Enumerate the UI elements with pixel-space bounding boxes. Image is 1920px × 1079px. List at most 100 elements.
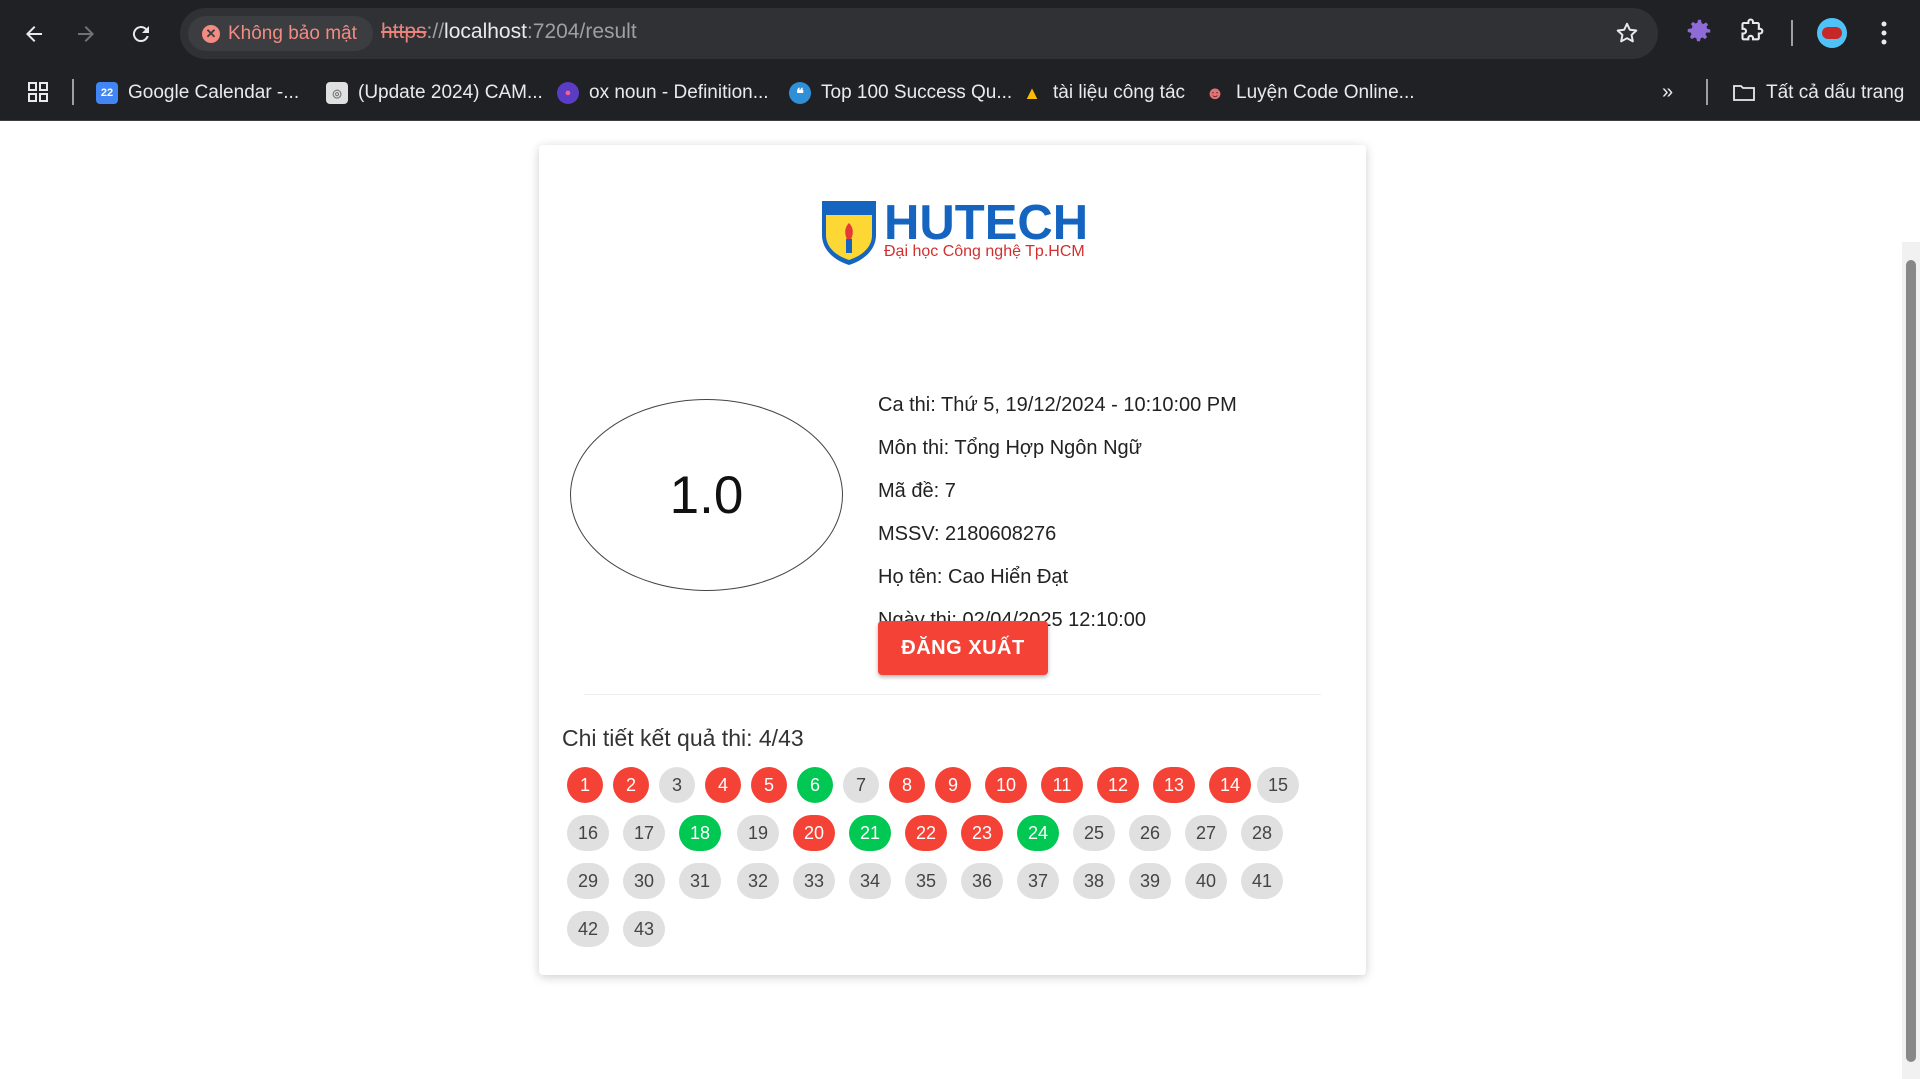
bookmark-label: Top 100 Success Qu... <box>821 82 1013 103</box>
divider <box>584 694 1321 695</box>
calendar-icon: 22 <box>96 82 118 104</box>
question-bubble-3[interactable]: 3 <box>659 767 695 803</box>
bookmark-label: Google Calendar -... <box>128 82 300 103</box>
drive-icon: ▲ <box>1023 82 1041 103</box>
question-bubble-24[interactable]: 24 <box>1017 815 1059 851</box>
bookmark-top-100[interactable]: ❝ Top 100 Success Qu... <box>789 76 1012 110</box>
question-bubble-22[interactable]: 22 <box>905 815 947 851</box>
security-label: Không bảo mật <box>228 22 357 44</box>
question-bubble-42[interactable]: 42 <box>567 911 609 947</box>
question-bubble-43[interactable]: 43 <box>623 911 665 947</box>
exam-info: Ca thi: Thứ 5, 19/12/2024 - 10:10:00 PM … <box>878 389 1338 647</box>
reload-icon <box>132 26 149 43</box>
student-name: Họ tên: Cao Hiển Đạt <box>878 566 1069 588</box>
question-bubble-30[interactable]: 30 <box>623 863 665 899</box>
question-bubble-31[interactable]: 31 <box>679 863 721 899</box>
arrow-right-icon <box>78 26 94 42</box>
question-bubble-9[interactable]: 9 <box>935 767 971 803</box>
apps-button[interactable] <box>26 80 50 109</box>
question-bubble-2[interactable]: 2 <box>613 767 649 803</box>
bookmark-label: ox noun - Definition... <box>589 82 769 103</box>
question-bubble-41[interactable]: 41 <box>1241 863 1283 899</box>
url-host: localhost <box>444 20 527 43</box>
bookmarks-bar: 22 Google Calendar -... ◎ (Update 2024) … <box>0 67 1920 121</box>
question-bubble-29[interactable]: 29 <box>567 863 609 899</box>
result-card: HUTECH Đại học Công nghệ Tp.HCM 1.0 Ca t… <box>539 145 1366 975</box>
question-bubble-7[interactable]: 7 <box>843 767 879 803</box>
extensions-menu-button[interactable] <box>1739 16 1767 49</box>
url-text[interactable]: https://localhost:7204/result <box>381 20 637 44</box>
question-bubble-35[interactable]: 35 <box>905 863 947 899</box>
security-chip[interactable]: ✕ Không bảo mật <box>188 16 373 51</box>
question-bubble-17[interactable]: 17 <box>623 815 665 851</box>
question-bubble-23[interactable]: 23 <box>961 815 1003 851</box>
hutech-logo: HUTECH Đại học Công nghệ Tp.HCM <box>820 196 1090 267</box>
question-bubble-18[interactable]: 18 <box>679 815 721 851</box>
bookmark-google-calendar[interactable]: 22 Google Calendar -... <box>96 76 299 110</box>
question-bubble-27[interactable]: 27 <box>1185 815 1227 851</box>
back-button[interactable] <box>14 14 54 54</box>
chevron-double-right-icon: » <box>1662 81 1674 103</box>
question-bubble-11[interactable]: 11 <box>1041 767 1083 803</box>
question-bubble-33[interactable]: 33 <box>793 863 835 899</box>
question-bubble-4[interactable]: 4 <box>705 767 741 803</box>
bookmark-star-button[interactable] <box>1614 20 1640 51</box>
quote-icon: ❝ <box>789 82 811 104</box>
question-bubble-15[interactable]: 15 <box>1257 767 1299 803</box>
sphere-icon: ● <box>557 82 579 104</box>
question-bubble-37[interactable]: 37 <box>1017 863 1059 899</box>
bookmark-label: Luyện Code Online... <box>1236 82 1415 103</box>
question-bubble-21[interactable]: 21 <box>849 815 891 851</box>
puzzle-icon <box>1741 18 1764 41</box>
bookmark-update-2024[interactable]: ◎ (Update 2024) CAM... <box>326 76 543 110</box>
question-bubble-19[interactable]: 19 <box>737 815 779 851</box>
bookmarks-divider <box>72 79 74 105</box>
question-bubble-40[interactable]: 40 <box>1185 863 1227 899</box>
question-bubble-1[interactable]: 1 <box>567 767 603 803</box>
question-bubble-26[interactable]: 26 <box>1129 815 1171 851</box>
extension-button[interactable] <box>1684 16 1714 51</box>
url-sep: :// <box>426 20 445 43</box>
person-icon: ☻ <box>1205 82 1225 103</box>
question-bubble-39[interactable]: 39 <box>1129 863 1171 899</box>
question-bubble-38[interactable]: 38 <box>1073 863 1115 899</box>
page-scrollbar[interactable] <box>1902 242 1920 1079</box>
logout-button[interactable]: ĐĂNG XUẤT <box>878 621 1048 675</box>
question-bubble-5[interactable]: 5 <box>751 767 787 803</box>
star-icon <box>1616 22 1638 43</box>
browser-menu-button[interactable] <box>1876 18 1892 53</box>
reload-button[interactable] <box>121 14 161 54</box>
more-bookmarks-button[interactable]: » <box>1662 81 1673 104</box>
kebab-menu-icon <box>1881 21 1887 45</box>
question-bubble-28[interactable]: 28 <box>1241 815 1283 851</box>
question-bubble-16[interactable]: 16 <box>567 815 609 851</box>
profile-avatar-button[interactable] <box>1817 18 1847 48</box>
bookmark-luyen-code[interactable]: ☻ Luyện Code Online... <box>1204 76 1415 110</box>
question-bubble-25[interactable]: 25 <box>1073 815 1115 851</box>
url-path: :7204/result <box>526 20 637 43</box>
address-bar[interactable]: ✕ Không bảo mật https://localhost:7204/r… <box>180 8 1658 59</box>
all-bookmarks-folder[interactable]: Tất cả dấu trang <box>1732 76 1904 110</box>
scrollbar-thumb[interactable] <box>1906 260 1916 1062</box>
question-bubble-6[interactable]: 6 <box>797 767 833 803</box>
question-bubble-36[interactable]: 36 <box>961 863 1003 899</box>
not-secure-icon: ✕ <box>202 24 220 43</box>
bookmark-tai-lieu[interactable]: ▲ tài liệu công tác <box>1021 76 1185 110</box>
question-bubble-34[interactable]: 34 <box>849 863 891 899</box>
url-scheme: https <box>381 20 427 43</box>
all-bookmarks-label: Tất cả dấu trang <box>1766 82 1905 103</box>
question-bubble-13[interactable]: 13 <box>1153 767 1195 803</box>
arrow-left-icon <box>26 26 42 42</box>
forward-button[interactable] <box>66 14 106 54</box>
question-bubble-32[interactable]: 32 <box>737 863 779 899</box>
question-bubble-14[interactable]: 14 <box>1209 767 1251 803</box>
bookmark-label: tài liệu công tác <box>1053 82 1186 103</box>
bookmark-ox-noun[interactable]: ● ox noun - Definition... <box>557 76 769 110</box>
question-bubble-10[interactable]: 10 <box>985 767 1027 803</box>
question-bubble-8[interactable]: 8 <box>889 767 925 803</box>
exam-session: Ca thi: Thứ 5, 19/12/2024 - 10:10:00 PM <box>878 394 1237 416</box>
question-bubble-12[interactable]: 12 <box>1097 767 1139 803</box>
question-bubble-20[interactable]: 20 <box>793 815 835 851</box>
gear-extension-icon <box>1687 19 1711 42</box>
score-display: 1.0 <box>570 399 843 591</box>
